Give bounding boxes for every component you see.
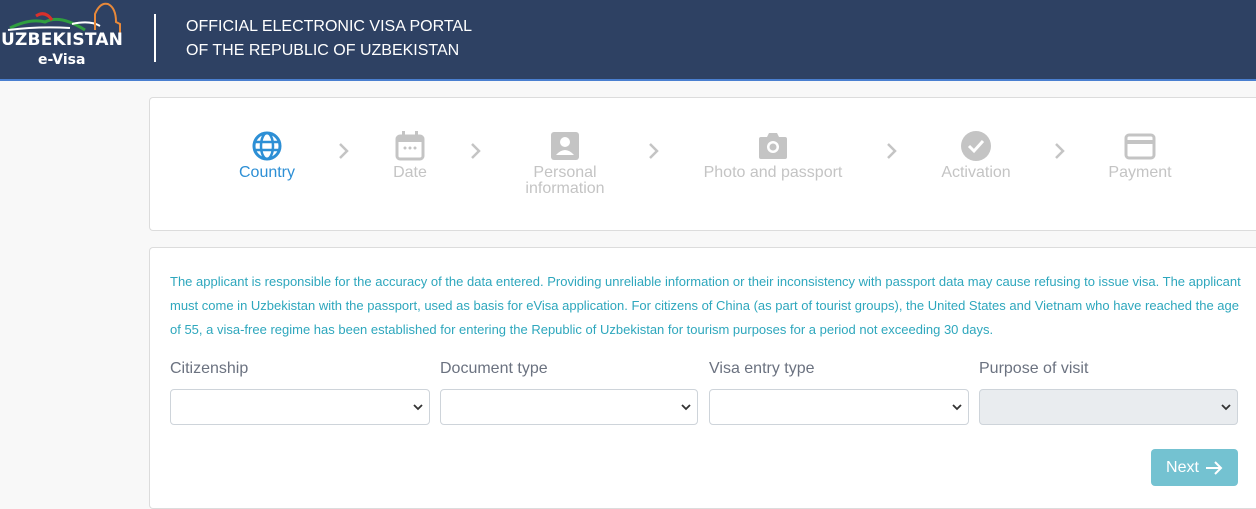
- chevron-right-icon: [339, 143, 349, 159]
- visa-entry-type-select[interactable]: [709, 389, 969, 425]
- portal-title-line2: OF THE REPUBLIC OF UZBEKISTAN: [186, 42, 460, 59]
- step-label: Activation: [941, 164, 1011, 181]
- portal-title: OFFICIAL ELECTRONIC VISA PORTAL OF THE R…: [186, 15, 472, 63]
- purpose-of-visit-select: [979, 389, 1238, 425]
- chevron-down-icon: [952, 404, 962, 411]
- chevron-right-icon: [887, 143, 897, 159]
- arrow-right-icon: [1205, 460, 1223, 475]
- citizenship-field: Citizenship: [170, 359, 430, 425]
- calendar-icon: [395, 131, 425, 161]
- header-divider: [154, 14, 156, 62]
- step-label: Date: [393, 164, 427, 181]
- step-label: Payment: [1108, 164, 1172, 181]
- document-type-select[interactable]: [440, 389, 698, 425]
- step-country[interactable]: Country: [237, 130, 297, 181]
- globe-icon: [252, 131, 282, 161]
- step-personal-information[interactable]: Personal information: [515, 130, 615, 197]
- next-button[interactable]: Next: [1151, 449, 1238, 486]
- chevron-down-icon: [1221, 404, 1231, 411]
- check-circle-icon: [961, 131, 991, 161]
- purpose-of-visit-field: Purpose of visit: [979, 359, 1238, 425]
- step-photo-and-passport[interactable]: Photo and passport: [698, 130, 848, 181]
- document-type-label: Document type: [440, 360, 548, 377]
- citizenship-select[interactable]: [170, 389, 430, 425]
- step-label: Country: [238, 164, 296, 181]
- application-form-card: The applicant is responsible for the acc…: [149, 247, 1256, 509]
- visa-entry-type-label: Visa entry type: [709, 360, 815, 377]
- chevron-down-icon: [413, 404, 423, 411]
- citizenship-label: Citizenship: [170, 360, 249, 377]
- site-header: UZBEKISTAN e-Visa OFFICIAL ELECTRONIC VI…: [0, 0, 1256, 81]
- logo-wordmark: UZBEKISTAN: [1, 30, 124, 50]
- purpose-of-visit-label: Purpose of visit: [979, 360, 1089, 377]
- step-label: Photo and passport: [703, 164, 843, 181]
- step-label: Personal information: [525, 164, 605, 197]
- chevron-right-icon: [1055, 143, 1065, 159]
- credit-card-icon: [1124, 133, 1156, 160]
- step-activation[interactable]: Activation: [931, 130, 1021, 181]
- applicant-notice: The applicant is responsible for the acc…: [170, 274, 1241, 337]
- step-date[interactable]: Date: [385, 130, 435, 181]
- step-payment[interactable]: Payment: [1100, 130, 1180, 181]
- document-type-field: Document type: [440, 359, 698, 425]
- next-button-label: Next: [1166, 458, 1199, 476]
- visa-entry-type-field: Visa entry type: [709, 359, 969, 425]
- camera-icon: [759, 133, 787, 159]
- person-icon: [551, 132, 579, 160]
- chevron-right-icon: [649, 143, 659, 159]
- uzbekistan-evisa-logo[interactable]: UZBEKISTAN e-Visa: [0, 0, 130, 79]
- portal-title-line1: OFFICIAL ELECTRONIC VISA PORTAL: [186, 18, 472, 35]
- chevron-down-icon: [681, 404, 691, 411]
- chevron-right-icon: [471, 143, 481, 159]
- steps-progress-card: Country Date Personal information Photo …: [149, 97, 1256, 231]
- logo-subtitle: e-Visa: [38, 52, 86, 68]
